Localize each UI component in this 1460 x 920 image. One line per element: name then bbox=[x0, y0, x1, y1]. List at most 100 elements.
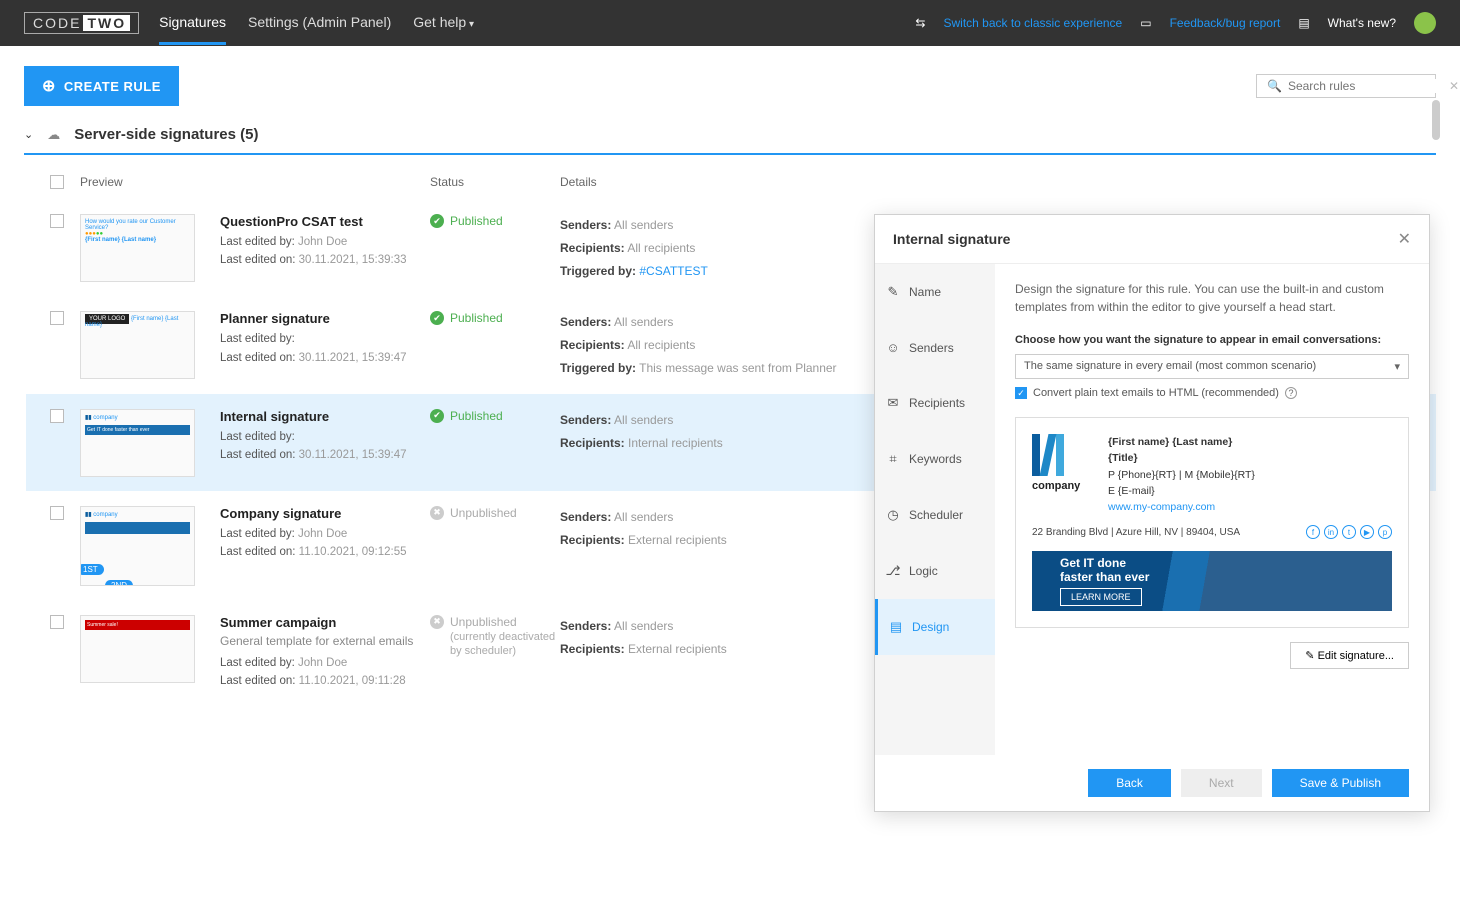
banner-learn-more[interactable]: LEARN MORE bbox=[1060, 588, 1142, 606]
convert-checkbox[interactable]: ✓ bbox=[1015, 387, 1027, 399]
signature-logo: company bbox=[1032, 434, 1090, 492]
collapse-icon[interactable]: ⌄ bbox=[24, 128, 33, 141]
search-input[interactable] bbox=[1288, 79, 1443, 93]
last-edited-on-label: Last edited on: bbox=[220, 449, 295, 461]
senders-label: Senders: bbox=[560, 510, 611, 524]
side-item-name[interactable]: ✎Name bbox=[875, 264, 995, 320]
section-title: Server-side signatures (5) bbox=[74, 126, 258, 143]
rule-thumbnail: Summer sale! bbox=[80, 615, 195, 683]
search-icon: 🔍 bbox=[1267, 79, 1282, 93]
help-icon[interactable]: ? bbox=[1285, 387, 1297, 399]
senders-value: All senders bbox=[614, 218, 673, 232]
last-edited-by-label: Last edited by: bbox=[220, 333, 295, 345]
rule-name: Summer campaign bbox=[220, 615, 430, 630]
back-button[interactable]: Back bbox=[1088, 769, 1171, 797]
recipients-value: External recipients bbox=[628, 533, 727, 547]
last-edited-by-label: Last edited by: bbox=[220, 657, 295, 669]
side-item-keywords[interactable]: ⌗Keywords bbox=[875, 431, 995, 487]
side-item-logic[interactable]: ⎇Logic bbox=[875, 543, 995, 599]
nav-right: ⇆ Switch back to classic experience ▭ Fe… bbox=[915, 12, 1436, 34]
last-edited-on-value: 11.10.2021, 09:12:55 bbox=[299, 546, 407, 558]
rule-thumbnail: ▮▮ company1ST2ND bbox=[80, 506, 195, 586]
last-edited-on-value: 30.11.2021, 15:39:47 bbox=[299, 352, 407, 364]
panel-main: Design the signature for this rule. You … bbox=[995, 264, 1429, 755]
tab-signatures[interactable]: Signatures bbox=[159, 2, 226, 45]
nav-tabs: Signatures Settings (Admin Panel) Get he… bbox=[159, 2, 474, 45]
convert-checkbox-row[interactable]: ✓ Convert plain text emails to HTML (rec… bbox=[1015, 387, 1409, 399]
next-button[interactable]: Next bbox=[1181, 769, 1262, 797]
avatar[interactable] bbox=[1414, 12, 1436, 34]
recipients-label: Recipients: bbox=[560, 241, 625, 255]
col-preview: Preview bbox=[80, 175, 220, 189]
linkedin-icon[interactable]: in bbox=[1324, 525, 1338, 539]
facebook-icon[interactable]: f bbox=[1306, 525, 1320, 539]
rule-subtitle: General template for external emails bbox=[220, 634, 430, 648]
recipients-label: Recipients: bbox=[560, 338, 625, 352]
logo-text-a: CODE bbox=[33, 15, 81, 31]
row-checkbox[interactable] bbox=[50, 214, 64, 228]
panel-footer: Back Next Save & Publish bbox=[875, 755, 1429, 811]
side-item-senders[interactable]: ☺Senders bbox=[875, 320, 995, 375]
rule-thumbnail: How would you rate our Customer Service?… bbox=[80, 214, 195, 282]
side-item-recipients[interactable]: ✉Recipients bbox=[875, 375, 995, 431]
side-item-design[interactable]: ▤Design bbox=[875, 599, 995, 655]
senders-value: All senders bbox=[614, 619, 673, 633]
last-edited-by-label: Last edited by: bbox=[220, 236, 295, 248]
tab-settings[interactable]: Settings (Admin Panel) bbox=[248, 2, 391, 45]
sig-email: E {E-mail} bbox=[1108, 483, 1255, 499]
badge-first: 1ST bbox=[80, 564, 104, 575]
create-rule-button[interactable]: CREATE RULE bbox=[24, 66, 179, 106]
scheduler-icon: ◷ bbox=[885, 507, 901, 523]
news-icon: ▤ bbox=[1298, 16, 1309, 30]
whats-new-link[interactable]: What's new? bbox=[1328, 16, 1396, 30]
side-item-scheduler[interactable]: ◷Scheduler bbox=[875, 487, 995, 543]
rule-name: Planner signature bbox=[220, 311, 430, 326]
panel-header: Internal signature ✕ bbox=[875, 215, 1429, 264]
rule-name: Company signature bbox=[220, 506, 430, 521]
edit-signature-button[interactable]: Edit signature... bbox=[1290, 642, 1409, 669]
row-checkbox[interactable] bbox=[50, 409, 64, 423]
scrollbar[interactable] bbox=[1432, 100, 1440, 140]
recipients-value: Internal recipients bbox=[628, 436, 723, 450]
side-label: Name bbox=[909, 285, 941, 299]
convert-label: Convert plain text emails to HTML (recom… bbox=[1033, 387, 1279, 399]
twitter-icon[interactable]: t bbox=[1342, 525, 1356, 539]
status-published: Published bbox=[430, 409, 560, 423]
side-label: Logic bbox=[909, 564, 938, 578]
senders-value: All senders bbox=[614, 510, 673, 524]
close-icon[interactable]: ✕ bbox=[1398, 229, 1411, 249]
signature-preview: company {First name} {Last name} {Title}… bbox=[1015, 417, 1409, 628]
rule-thumbnail: ▮▮ companyGet IT done faster than ever bbox=[80, 409, 195, 477]
search-box[interactable]: 🔍 ✕ bbox=[1256, 74, 1436, 98]
rule-name: QuestionPro CSAT test bbox=[220, 214, 430, 229]
feedback-icon: ▭ bbox=[1140, 16, 1151, 30]
status-published: Published bbox=[430, 311, 560, 325]
select-all-checkbox[interactable] bbox=[50, 175, 64, 189]
sig-url[interactable]: www.my-company.com bbox=[1108, 499, 1255, 515]
switch-classic-link[interactable]: Switch back to classic experience bbox=[943, 16, 1122, 30]
search-clear-icon[interactable]: ✕ bbox=[1449, 79, 1459, 93]
row-checkbox[interactable] bbox=[50, 311, 64, 325]
pinterest-icon[interactable]: p bbox=[1378, 525, 1392, 539]
banner-line1: Get IT done bbox=[1060, 556, 1126, 570]
youtube-icon[interactable]: ▶ bbox=[1360, 525, 1374, 539]
triggered-value: This message was sent from Planner bbox=[639, 361, 836, 375]
social-icons: f in t ▶ p bbox=[1306, 525, 1392, 539]
recipients-label: Recipients: bbox=[560, 642, 625, 656]
tab-get-help[interactable]: Get help bbox=[413, 2, 474, 45]
row-checkbox[interactable] bbox=[50, 615, 64, 629]
badge-second: 2ND bbox=[105, 580, 133, 586]
row-checkbox[interactable] bbox=[50, 506, 64, 520]
save-publish-button[interactable]: Save & Publish bbox=[1272, 769, 1409, 797]
logo-text-b: TWO bbox=[83, 15, 130, 31]
feedback-link[interactable]: Feedback/bug report bbox=[1170, 16, 1281, 30]
signature-banner: Get IT done faster than ever LEARN MORE bbox=[1032, 551, 1392, 611]
top-nav: CODETWO Signatures Settings (Admin Panel… bbox=[0, 0, 1460, 46]
status-note: (currently deactivated by scheduler) bbox=[450, 631, 555, 657]
appearance-select[interactable]: The same signature in every email (most … bbox=[1015, 354, 1409, 379]
choose-label: Choose how you want the signature to app… bbox=[1015, 334, 1409, 346]
last-edited-on-label: Last edited on: bbox=[220, 254, 295, 266]
status-unpublished: Unpublished bbox=[430, 506, 560, 520]
senders-label: Senders: bbox=[560, 413, 611, 427]
cloud-icon: ☁ bbox=[47, 127, 60, 143]
